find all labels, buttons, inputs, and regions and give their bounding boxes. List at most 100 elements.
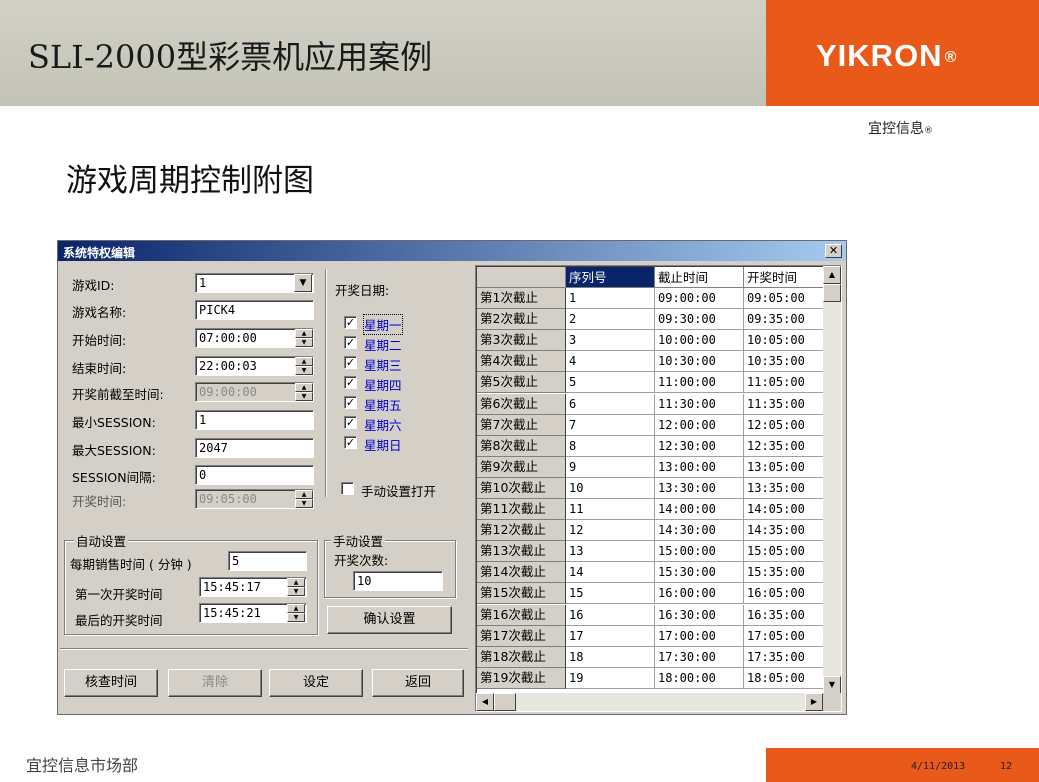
cutoff-cell[interactable]: 13:00:00 xyxy=(655,456,744,478)
seq-cell[interactable]: 12 xyxy=(566,520,655,542)
close-icon[interactable]: ✕ xyxy=(825,244,842,258)
row-header-cell[interactable]: 第7次截止 xyxy=(477,414,566,436)
column-header-draw[interactable]: 开奖时间 xyxy=(744,267,824,288)
row-header-cell[interactable]: 第16次截止 xyxy=(477,604,566,626)
row-header-cell[interactable]: 第6次截止 xyxy=(477,393,566,415)
row-header-cell[interactable]: 第2次截止 xyxy=(477,309,566,331)
confirm-settings-button[interactable]: 确认设置 xyxy=(327,606,452,634)
cutoff-cell[interactable]: 10:30:00 xyxy=(655,351,744,373)
draw-cell[interactable]: 16:35:00 xyxy=(744,604,824,626)
row-header-cell[interactable]: 第3次截止 xyxy=(477,330,566,352)
seq-cell[interactable]: 11 xyxy=(566,499,655,520)
clear-button[interactable]: 清除 xyxy=(168,669,262,697)
draw-cell[interactable]: 15:35:00 xyxy=(744,562,824,584)
row-header-cell[interactable]: 第9次截止 xyxy=(477,456,566,478)
max-session-input[interactable]: 2047 xyxy=(195,438,314,458)
row-header-cell[interactable]: 第5次截止 xyxy=(477,372,566,394)
spin-down-icon[interactable]: ▼ xyxy=(295,366,313,375)
check-time-button[interactable]: 核查时间 xyxy=(64,669,158,697)
draw-cell[interactable]: 12:35:00 xyxy=(744,435,824,457)
row-header-cell[interactable]: 第11次截止 xyxy=(477,499,566,520)
seq-cell[interactable]: 14 xyxy=(566,562,655,584)
row-header-cell[interactable]: 第12次截止 xyxy=(477,520,566,542)
draw-cell[interactable]: 10:05:00 xyxy=(744,330,824,352)
seq-cell[interactable]: 18 xyxy=(566,646,655,668)
seq-cell[interactable]: 2 xyxy=(566,309,655,331)
seq-cell[interactable]: 16 xyxy=(566,604,655,626)
draw-cell[interactable]: 16:05:00 xyxy=(744,583,824,605)
vertical-scrollbar[interactable]: ▲ ▼ xyxy=(823,266,841,694)
back-button[interactable]: 返回 xyxy=(372,669,464,697)
seq-cell[interactable]: 6 xyxy=(566,393,655,415)
scroll-up-icon[interactable]: ▲ xyxy=(823,266,841,284)
cutoff-cell[interactable]: 17:30:00 xyxy=(655,646,744,668)
spin-up-icon[interactable]: ▲ xyxy=(295,329,313,338)
draw-cell[interactable]: 11:35:00 xyxy=(744,393,824,415)
row-header-cell[interactable]: 第14次截止 xyxy=(477,562,566,584)
end-time-spinner[interactable]: ▲ ▼ xyxy=(295,357,313,375)
cutoff-cell[interactable]: 15:00:00 xyxy=(655,541,744,563)
cutoff-cell[interactable]: 10:00:00 xyxy=(655,330,744,352)
set-button[interactable]: 设定 xyxy=(269,669,363,697)
seq-cell[interactable]: 8 xyxy=(566,435,655,457)
draw-cell[interactable]: 11:05:00 xyxy=(744,372,824,394)
row-header-cell[interactable]: 第8次截止 xyxy=(477,435,566,457)
spin-down-icon[interactable]: ▼ xyxy=(295,338,313,347)
sale-minutes-input[interactable]: 5 xyxy=(228,551,307,571)
spin-down-icon[interactable]: ▼ xyxy=(287,587,305,596)
row-header-cell[interactable]: 第18次截止 xyxy=(477,646,566,668)
seq-cell[interactable]: 15 xyxy=(566,583,655,605)
seq-cell[interactable]: 17 xyxy=(566,625,655,647)
draw-time-spinner[interactable]: ▲ ▼ xyxy=(295,490,313,508)
cutoff-cell[interactable]: 14:00:00 xyxy=(655,499,744,520)
scroll-left-icon[interactable]: ◀ xyxy=(476,693,494,711)
cutoff-cell[interactable]: 14:30:00 xyxy=(655,520,744,542)
scroll-down-icon[interactable]: ▼ xyxy=(823,676,841,694)
cutoff-cell[interactable]: 11:30:00 xyxy=(655,393,744,415)
column-header-seq[interactable]: 序列号 xyxy=(566,267,655,288)
start-time-spinner[interactable]: ▲ ▼ xyxy=(295,329,313,347)
cutoff-cell[interactable]: 15:30:00 xyxy=(655,562,744,584)
day-wednesday-checkbox[interactable]: ✓ 星期三 xyxy=(344,354,434,373)
min-session-input[interactable]: 1 xyxy=(195,410,314,430)
horizontal-scrollbar[interactable]: ◀ ▶ xyxy=(476,693,823,711)
draw-count-input[interactable]: 10 xyxy=(353,571,443,591)
draw-cell[interactable]: 14:35:00 xyxy=(744,520,824,542)
cutoff-cell[interactable]: 16:00:00 xyxy=(655,583,744,605)
seq-cell[interactable]: 4 xyxy=(566,351,655,373)
row-header-cell[interactable]: 第1次截止 xyxy=(477,288,566,309)
cutoff-cell[interactable]: 18:00:00 xyxy=(655,667,744,689)
session-interval-input[interactable]: 0 xyxy=(195,465,314,485)
seq-cell[interactable]: 5 xyxy=(566,372,655,394)
spin-down-icon[interactable]: ▼ xyxy=(295,499,313,508)
spin-up-icon[interactable]: ▲ xyxy=(295,383,313,392)
day-thursday-checkbox[interactable]: ✓ 星期四 xyxy=(344,374,434,393)
seq-cell[interactable]: 7 xyxy=(566,414,655,436)
column-header-cutoff[interactable]: 截止时间 xyxy=(655,267,744,288)
row-header-cell[interactable]: 第17次截止 xyxy=(477,625,566,647)
day-saturday-checkbox[interactable]: ✓ 星期六 xyxy=(344,414,434,433)
draw-cell[interactable]: 09:35:00 xyxy=(744,309,824,331)
chevron-down-icon[interactable]: ▼ xyxy=(294,274,312,292)
spin-up-icon[interactable]: ▲ xyxy=(295,490,313,499)
day-friday-checkbox[interactable]: ✓ 星期五 xyxy=(344,394,434,413)
day-sunday-checkbox[interactable]: ✓ 星期日 xyxy=(344,434,434,453)
scroll-thumb[interactable] xyxy=(823,284,841,302)
row-header-cell[interactable]: 第13次截止 xyxy=(477,541,566,563)
day-tuesday-checkbox[interactable]: ✓ 星期二 xyxy=(344,334,434,353)
seq-cell[interactable]: 19 xyxy=(566,667,655,689)
draw-cell[interactable]: 15:05:00 xyxy=(744,541,824,563)
row-header-cell[interactable]: 第15次截止 xyxy=(477,583,566,605)
spin-down-icon[interactable]: ▼ xyxy=(287,613,305,622)
row-header-cell[interactable]: 第4次截止 xyxy=(477,351,566,373)
draw-cell[interactable]: 18:05:00 xyxy=(744,667,824,689)
draw-cell[interactable]: 14:05:00 xyxy=(744,499,824,520)
row-header-cell[interactable]: 第19次截止 xyxy=(477,667,566,689)
spin-down-icon[interactable]: ▼ xyxy=(295,392,313,401)
spin-up-icon[interactable]: ▲ xyxy=(287,604,305,613)
cutoff-cell[interactable]: 09:30:00 xyxy=(655,309,744,331)
seq-cell[interactable]: 13 xyxy=(566,541,655,563)
draw-cell[interactable]: 17:35:00 xyxy=(744,646,824,668)
draw-cell[interactable]: 09:05:00 xyxy=(744,288,824,309)
draw-cell[interactable]: 10:35:00 xyxy=(744,351,824,373)
